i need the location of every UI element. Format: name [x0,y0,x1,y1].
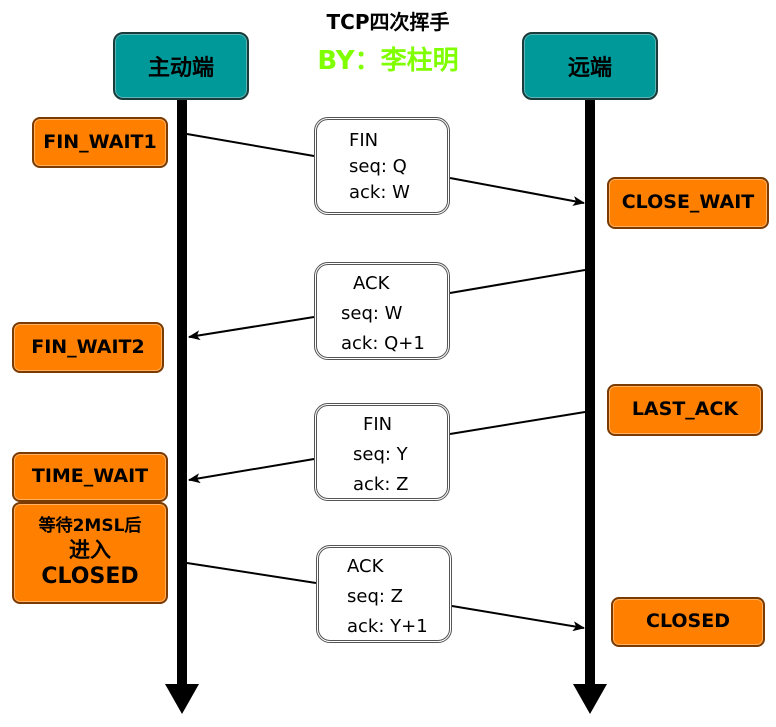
state-label: FIN_WAIT1 [43,130,157,153]
state-label: LAST_ACK [631,398,739,421]
client-closed-note: 等待2MSL后 进入 CLOSED [12,502,168,604]
message-ack: ack: Z [353,474,409,495]
server-state-close-wait: CLOSE_WAIT [607,177,769,229]
message-ack: ack: Y+1 [347,616,428,637]
client-state-time-wait: TIME_WAIT [12,452,168,502]
message-1-line-a [186,133,315,157]
server-party-label: 远端 [567,56,612,81]
note-line-3: CLOSED [41,564,139,589]
message-ack: ack: W [349,182,410,203]
message-3-line-a [449,411,586,435]
client-party-box: 主动端 [113,32,249,100]
state-label: FIN_WAIT2 [31,335,145,358]
message-2-arrow [188,316,315,341]
message-4-arrow [451,605,585,632]
client-state-fin-wait1: FIN_WAIT1 [32,117,168,168]
message-box-ack-2: ACK seq: Z ack: Y+1 [316,545,452,643]
server-timeline-arrowhead [573,684,607,714]
message-type: ACK [347,556,384,577]
message-box-ack-1: ACK seq: W ack: Q+1 [314,262,450,360]
message-type: FIN [349,130,379,151]
message-ack: ack: Q+1 [341,333,425,354]
message-seq: seq: Y [353,444,408,465]
message-type: ACK [353,273,390,294]
message-3-arrow [188,458,315,484]
server-state-last-ack: LAST_ACK [607,384,763,436]
state-label: TIME_WAIT [31,465,149,488]
client-timeline [177,98,187,688]
message-seq: seq: Z [347,586,403,607]
diagram-title: TCP四次挥手 [326,10,450,34]
client-party-label: 主动端 [147,56,214,81]
server-state-closed: CLOSED [611,597,765,647]
note-line-1: 等待2MSL后 [38,515,142,536]
message-type: FIN [363,414,393,435]
message-box-fin-2: FIN seq: Y ack: Z [314,403,450,501]
state-label: CLOSED [646,610,730,633]
server-party-box: 远端 [522,32,658,100]
state-label: CLOSE_WAIT [621,191,755,214]
message-seq: seq: Q [349,156,407,177]
message-2-line-a [449,269,586,294]
message-seq: seq: W [341,303,403,324]
note-line-2: 进入 [69,537,111,562]
message-4-line-a [186,562,317,584]
client-timeline-arrowhead [165,684,199,714]
message-1-arrow [449,177,585,206]
client-state-fin-wait2: FIN_WAIT2 [12,322,164,373]
message-box-fin-1: FIN seq: Q ack: W [314,117,450,215]
server-timeline [585,98,595,688]
